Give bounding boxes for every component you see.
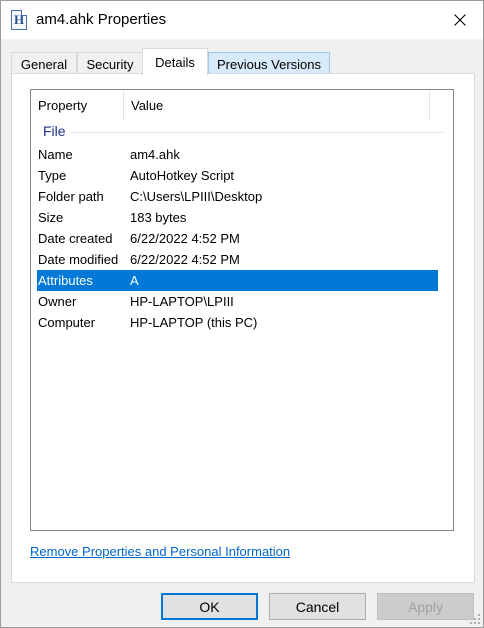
property-name: Size [38, 210, 64, 225]
list-header: Property Value [31, 90, 453, 120]
property-value: A [130, 273, 139, 288]
tab-security[interactable]: Security [77, 52, 143, 75]
resize-grip-icon[interactable] [469, 613, 481, 625]
title-bar[interactable]: H am4.ahk Properties [1, 1, 483, 39]
list-item[interactable]: Size 183 bytes [31, 207, 453, 228]
property-name: Owner [38, 294, 77, 309]
property-name: Type [38, 168, 67, 183]
property-name: Computer [38, 315, 96, 330]
property-value: 6/22/2022 4:52 PM [130, 252, 240, 267]
property-value: am4.ahk [130, 147, 180, 162]
details-list[interactable]: Property Value File Name am4.ahk Type Au… [30, 89, 454, 531]
remove-properties-link[interactable]: Remove Properties and Personal Informati… [30, 544, 290, 559]
window-title: am4.ahk Properties [36, 11, 167, 28]
group-label: File [43, 123, 66, 139]
property-value: 6/22/2022 4:52 PM [130, 231, 240, 246]
group-header-file[interactable]: File [31, 120, 453, 142]
column-header-property[interactable]: Property [31, 90, 124, 120]
property-value: 183 bytes [130, 210, 187, 225]
list-item[interactable]: Name am4.ahk [31, 144, 453, 165]
property-name: Attributes [38, 273, 93, 288]
list-item[interactable]: Folder path C:\Users\LPIII\Desktop [31, 186, 453, 207]
list-item[interactable]: Computer HP-LAPTOP (this PC) [31, 312, 453, 333]
column-header-value[interactable]: Value [124, 90, 430, 120]
property-value: AutoHotkey Script [130, 168, 235, 183]
list-item[interactable]: Type AutoHotkey Script [31, 165, 453, 186]
group-divider [71, 132, 443, 133]
details-panel: Property Value File Name am4.ahk Type Au… [11, 73, 475, 583]
property-name: Date modified [38, 252, 119, 267]
tab-previous-versions[interactable]: Previous Versions [208, 52, 330, 75]
property-value: C:\Users\LPIII\Desktop [130, 189, 263, 204]
property-value: HP-LAPTOP\LPIII [130, 294, 234, 309]
ok-button[interactable]: OK [161, 593, 258, 620]
ahk-file-icon: H [11, 10, 27, 30]
cancel-button[interactable]: Cancel [269, 593, 366, 620]
close-button[interactable] [437, 1, 483, 39]
property-value: HP-LAPTOP (this PC) [130, 315, 258, 330]
tab-general[interactable]: General [11, 52, 77, 75]
tab-strip: General Security Details Previous Versio… [11, 48, 473, 75]
list-item[interactable]: Date created 6/22/2022 4:52 PM [31, 228, 453, 249]
property-name: Date created [38, 231, 113, 246]
tab-details[interactable]: Details [142, 48, 208, 75]
list-item[interactable]: Owner HP-LAPTOP\LPIII [31, 291, 453, 312]
properties-window: H am4.ahk Properties General Security De… [0, 0, 484, 628]
apply-button[interactable]: Apply [377, 593, 474, 620]
close-icon [454, 14, 466, 26]
list-item[interactable]: Date modified 6/22/2022 4:52 PM [31, 249, 453, 270]
property-name: Folder path [38, 189, 104, 204]
list-item-selected[interactable]: Attributes A [37, 270, 438, 291]
property-name: Name [38, 147, 73, 162]
